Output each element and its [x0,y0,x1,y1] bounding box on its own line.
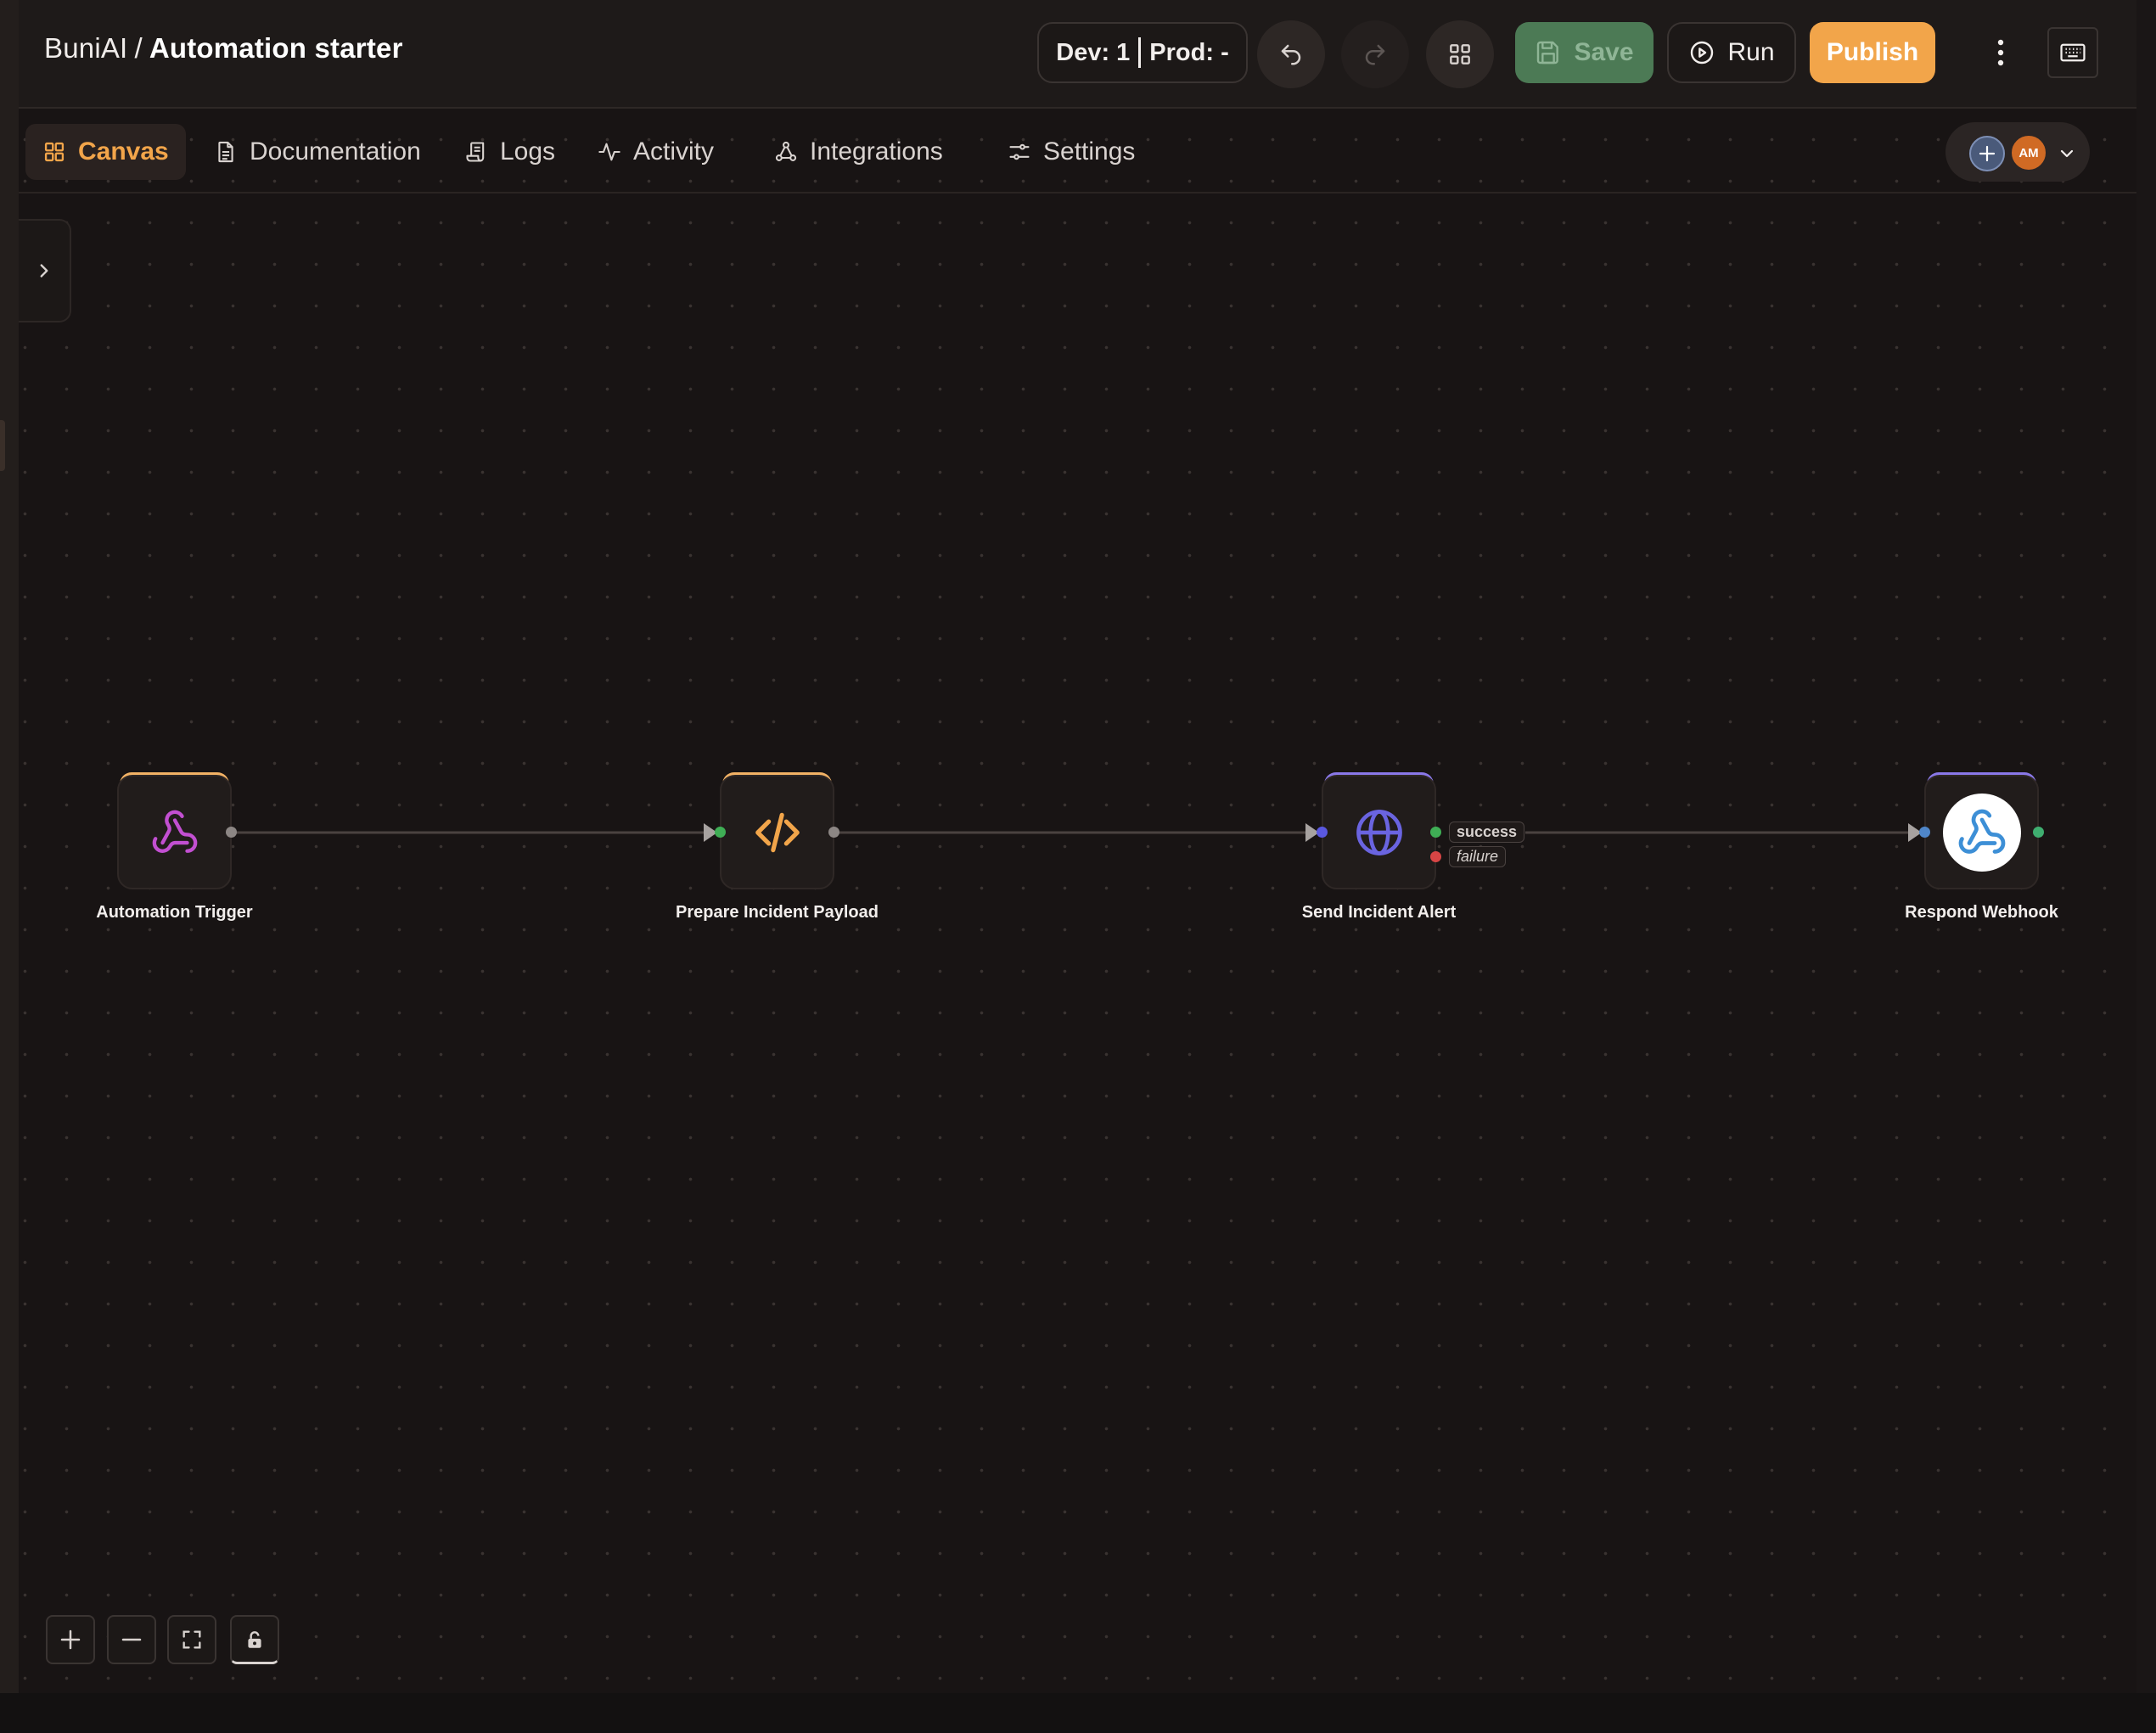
left-edge-handle[interactable] [0,420,5,471]
input-handle[interactable] [1919,827,1930,838]
code-icon [755,812,800,852]
webhook-icon [1958,809,2005,854]
plus-icon [60,1629,81,1650]
node-send-incident-alert[interactable]: success failure Send Incident Alert [1302,772,1525,922]
fit-view-icon [182,1630,201,1649]
node-card[interactable] [1322,775,1436,889]
node-label: Send Incident Alert [1301,903,1457,922]
input-handle[interactable] [1317,827,1328,838]
zoom-in-button[interactable] [46,1615,95,1664]
bottom-edge-strip [0,1693,2156,1733]
output-handle[interactable] [226,827,237,838]
webhook-icon [152,810,197,853]
app-window: BuniAI / Automation starter Dev: 1 Prod: -… [0,0,2156,1733]
fit-view-button[interactable] [167,1615,216,1664]
failure-branch-tag: failure [1449,846,1507,867]
node-automation-trigger[interactable]: Automation Trigger [96,772,253,922]
node-prepare-incident-payload[interactable]: Prepare Incident Payload [676,772,879,922]
node-card[interactable] [117,775,232,889]
failure-output-handle[interactable] [1430,851,1441,862]
left-edge-strip [0,0,19,1693]
webhook-logo-badge [1942,793,2021,872]
output-handle[interactable] [828,827,839,838]
node-respond-webhook[interactable]: Respond Webhook [1905,772,2058,922]
output-handle[interactable] [2033,827,2044,838]
node-label: Automation Trigger [96,903,253,922]
lock-icon [248,1630,261,1648]
success-output-handle[interactable] [1430,827,1441,838]
zoom-out-button[interactable] [107,1615,156,1664]
node-card[interactable] [1924,775,2039,889]
connections-layer [230,831,1909,834]
node-label: Respond Webhook [1905,903,2058,922]
right-edge-strip [2136,0,2156,1693]
lock-canvas-button[interactable] [230,1615,279,1664]
success-branch-tag: success [1449,822,1525,843]
globe-icon [1356,809,1402,855]
minus-icon [121,1638,142,1641]
input-handle[interactable] [715,827,726,838]
node-label: Prepare Incident Payload [676,903,879,922]
workflow-editor: BuniAI / Automation starter Dev: 1 Prod: -… [19,0,2136,1693]
node-card[interactable] [720,775,834,889]
